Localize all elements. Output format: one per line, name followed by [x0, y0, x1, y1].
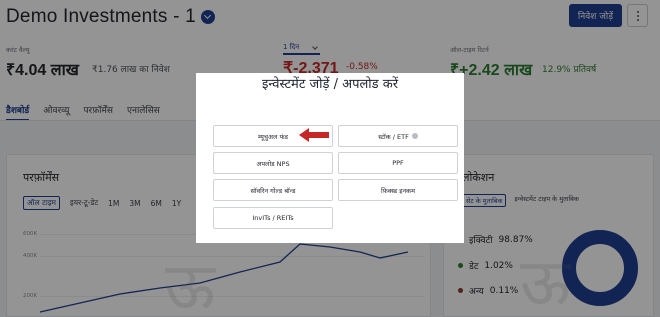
option-invits-reits[interactable]: InvITs / REITs	[213, 207, 333, 229]
option-ppf[interactable]: PPF	[338, 152, 458, 174]
option-label: PPF	[392, 159, 404, 167]
info-icon	[411, 133, 418, 139]
option-label: InvITs / REITs	[252, 214, 294, 222]
option-label: स्टॉक / ETF	[378, 132, 409, 141]
page: Demo Investments - 1 निवेश जोड़ें करंट व…	[0, 0, 660, 317]
option-stock-etf[interactable]: स्टॉक / ETF	[338, 125, 458, 147]
option-upload-nps[interactable]: अपलोड NPS	[213, 152, 333, 174]
option-sovereign-gold-bond[interactable]: सॉवरिन गोल्ड बॉन्ड	[213, 179, 333, 201]
option-label: फ़िक्स्ड इनकम	[381, 186, 415, 195]
modal-title: इन्वेस्टमेंट जोड़ें / अपलोड करें	[261, 77, 399, 92]
add-investment-modal: इन्वेस्टमेंट जोड़ें / अपलोड करें म्यूचुअ…	[196, 73, 464, 243]
option-label: म्यूचुअल फंड	[258, 132, 288, 141]
option-label: सॉवरिन गोल्ड बॉन्ड	[250, 186, 296, 195]
option-fixed-income[interactable]: फ़िक्स्ड इनकम	[338, 179, 458, 201]
red-arrow-icon	[299, 128, 329, 142]
option-label: अपलोड NPS	[256, 159, 290, 168]
